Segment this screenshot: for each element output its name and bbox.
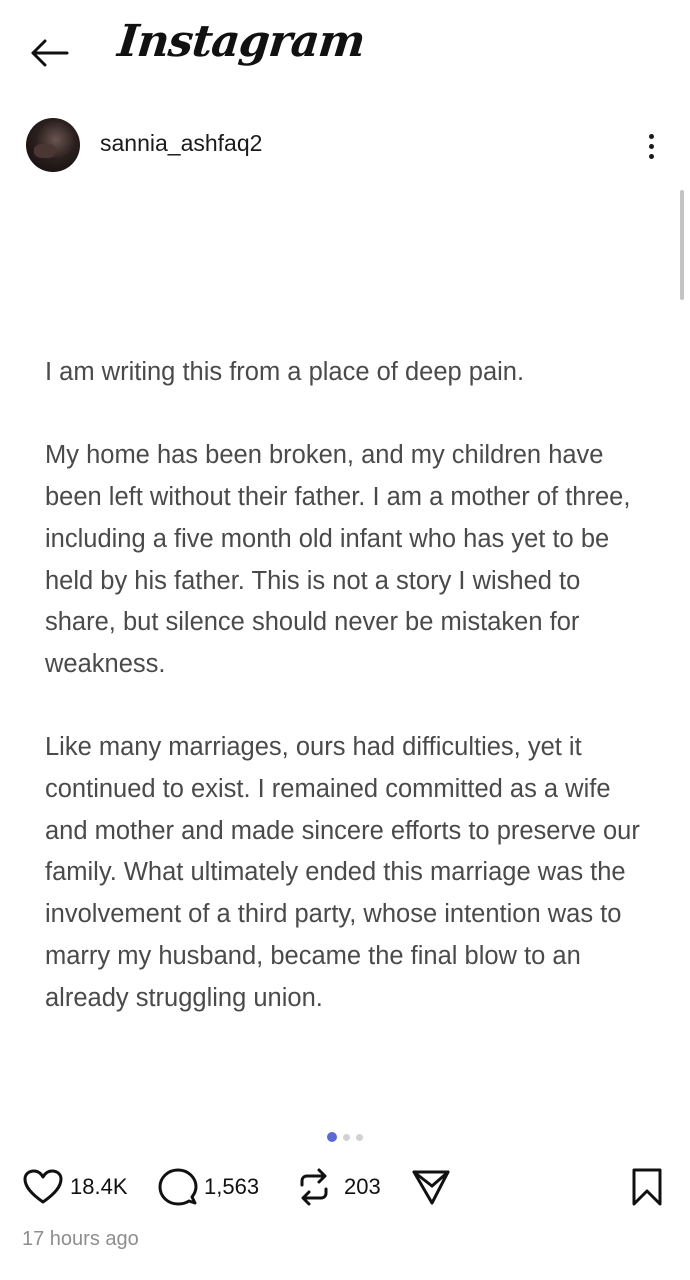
carousel-dot bbox=[343, 1133, 350, 1141]
more-options-button[interactable] bbox=[636, 126, 666, 166]
like-count: 18.4K bbox=[70, 1174, 128, 1199]
arrow-left-icon bbox=[31, 39, 69, 67]
bookmark-button[interactable] bbox=[630, 1164, 664, 1210]
bookmark-icon bbox=[632, 1168, 662, 1206]
back-button[interactable] bbox=[26, 30, 72, 76]
carousel-dot bbox=[356, 1133, 363, 1141]
carousel-dot-active bbox=[327, 1132, 337, 1142]
like-button[interactable]: 18.4K bbox=[22, 1164, 128, 1210]
repost-icon bbox=[300, 1168, 328, 1206]
post-paragraph: Like many marriages, ours had difficulti… bbox=[45, 733, 640, 1012]
share-icon bbox=[412, 1170, 450, 1205]
action-bar: 18.4K 1,563 203 bbox=[0, 1164, 690, 1210]
post-timestamp: 17 hours ago bbox=[22, 1228, 139, 1250]
more-vertical-icon bbox=[648, 133, 654, 139]
post-header: sannia_ashfaq2 bbox=[0, 116, 690, 176]
repost-button[interactable]: 203 bbox=[296, 1164, 381, 1210]
post-text: I am writing this from a place of deep p… bbox=[45, 352, 655, 1061]
post-username[interactable]: sannia_ashfaq2 bbox=[100, 130, 262, 157]
scrollbar[interactable] bbox=[680, 190, 684, 300]
comment-icon bbox=[158, 1168, 198, 1206]
instagram-logo: Instagram bbox=[115, 16, 367, 67]
post-paragraph: I am writing this from a place of deep p… bbox=[45, 358, 525, 386]
carousel-indicator bbox=[0, 1131, 690, 1143]
comment-button[interactable]: 1,563 bbox=[158, 1164, 259, 1210]
post-paragraph: My home has been broken, and my children… bbox=[45, 441, 631, 678]
share-button[interactable] bbox=[410, 1164, 452, 1210]
repost-count: 203 bbox=[344, 1174, 381, 1199]
top-bar: Instagram bbox=[0, 0, 690, 100]
comment-count: 1,563 bbox=[204, 1174, 260, 1199]
avatar[interactable] bbox=[26, 118, 80, 172]
heart-icon bbox=[23, 1169, 63, 1204]
